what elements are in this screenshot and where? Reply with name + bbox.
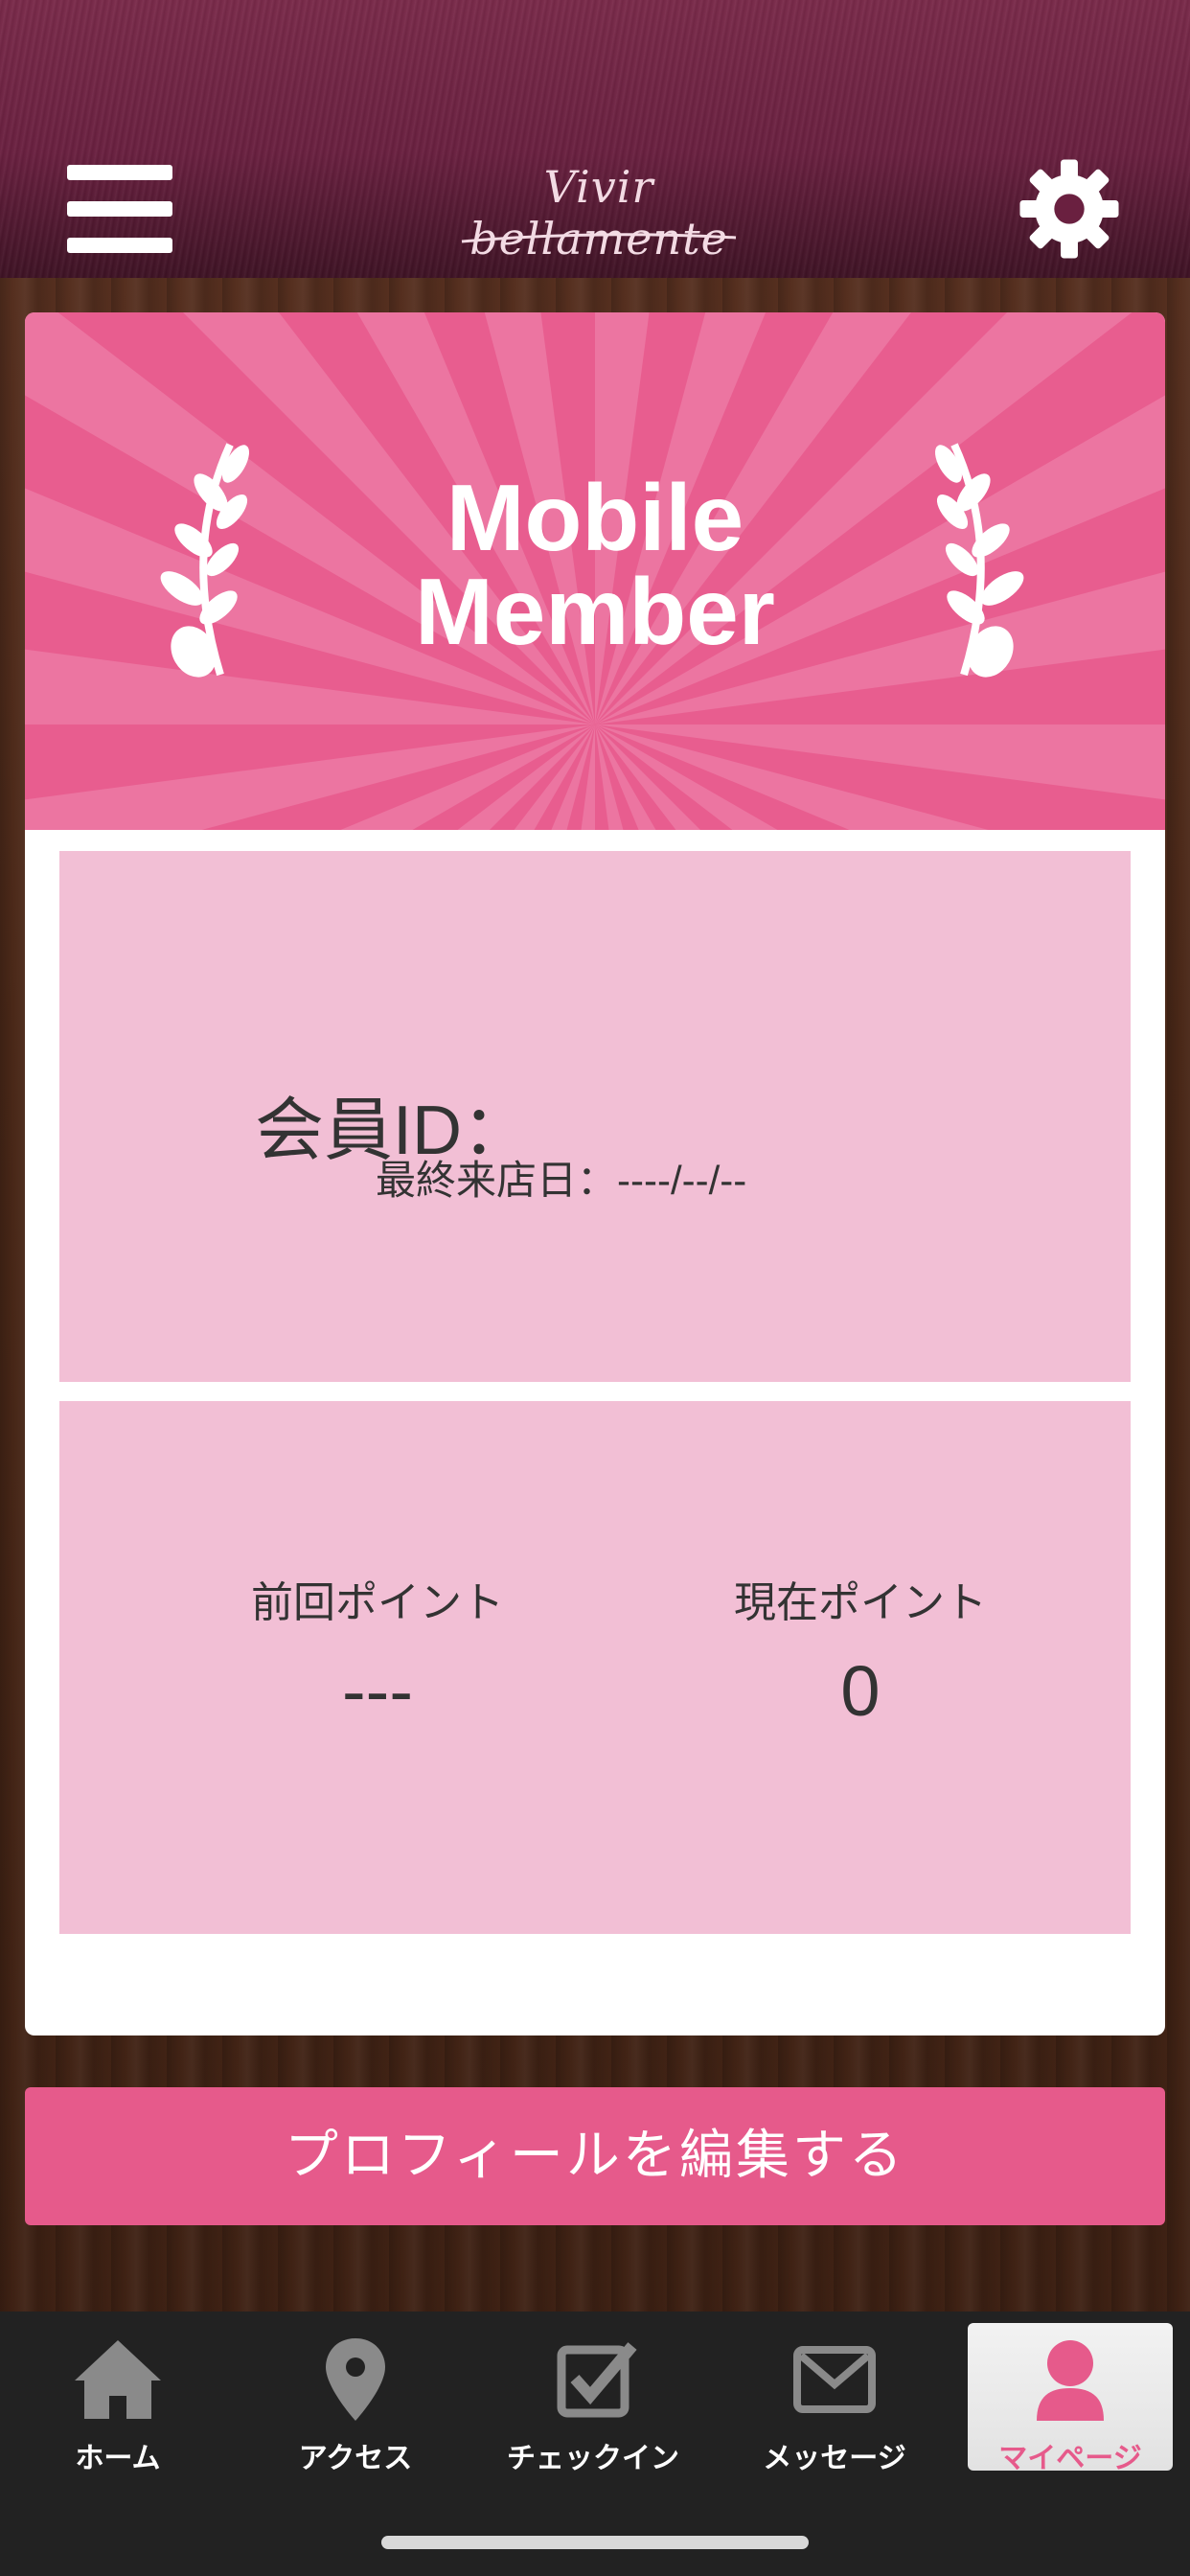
home-icon <box>75 2340 161 2419</box>
tab-home-label: ホーム <box>75 2442 161 2475</box>
envelope-icon <box>793 2346 876 2413</box>
tab-access-label: アクセス <box>298 2442 413 2475</box>
previous-points-label: 前回ポイント <box>251 1578 504 1627</box>
hamburger-menu-icon[interactable] <box>67 165 172 253</box>
bottom-tab-bar: ホーム アクセス チェックイン メッセージ マイページ <box>0 2312 1190 2576</box>
member-id-panel: 会員ID： 最終来店日：----/--/-- <box>59 851 1131 1382</box>
member-card: Mobile Member 会員ID： 最終来店日：----/--/-- 前回ポ… <box>25 312 1165 2036</box>
brand-logo: Vivir bellamente <box>450 161 747 264</box>
tab-checkin[interactable]: チェックイン <box>491 2323 696 2475</box>
person-icon <box>1037 2340 1104 2421</box>
logo-text: Vivir bellamente <box>469 161 728 264</box>
edit-profile-button[interactable]: プロフィールを編集する <box>25 2087 1165 2225</box>
current-points-label: 現在ポイント <box>734 1578 987 1627</box>
map-pin-icon <box>326 2338 385 2421</box>
tab-checkin-label: チェックイン <box>507 2442 679 2475</box>
laurel-right-icon <box>935 443 1024 678</box>
tab-mypage-label: マイページ <box>998 2442 1142 2475</box>
previous-points-value: --- <box>342 1651 413 1731</box>
tab-access[interactable]: アクセス <box>253 2323 458 2475</box>
current-points-value: 0 <box>840 1651 881 1731</box>
tab-home[interactable]: ホーム <box>15 2323 220 2475</box>
tab-message-label: メッセージ <box>763 2442 906 2475</box>
tab-message[interactable]: メッセージ <box>732 2323 937 2475</box>
checkbox-icon <box>557 2342 637 2418</box>
home-indicator <box>381 2536 809 2549</box>
mobile-member-banner: Mobile Member <box>25 312 1165 830</box>
points-panel: 前回ポイント --- 現在ポイント 0 <box>59 1401 1131 1934</box>
gear-icon[interactable] <box>1016 155 1123 263</box>
tab-mypage[interactable]: マイページ <box>968 2323 1173 2475</box>
app-header: Vivir bellamente <box>0 0 1190 278</box>
last-visit-date: 最終来店日：----/--/-- <box>376 1158 747 1203</box>
